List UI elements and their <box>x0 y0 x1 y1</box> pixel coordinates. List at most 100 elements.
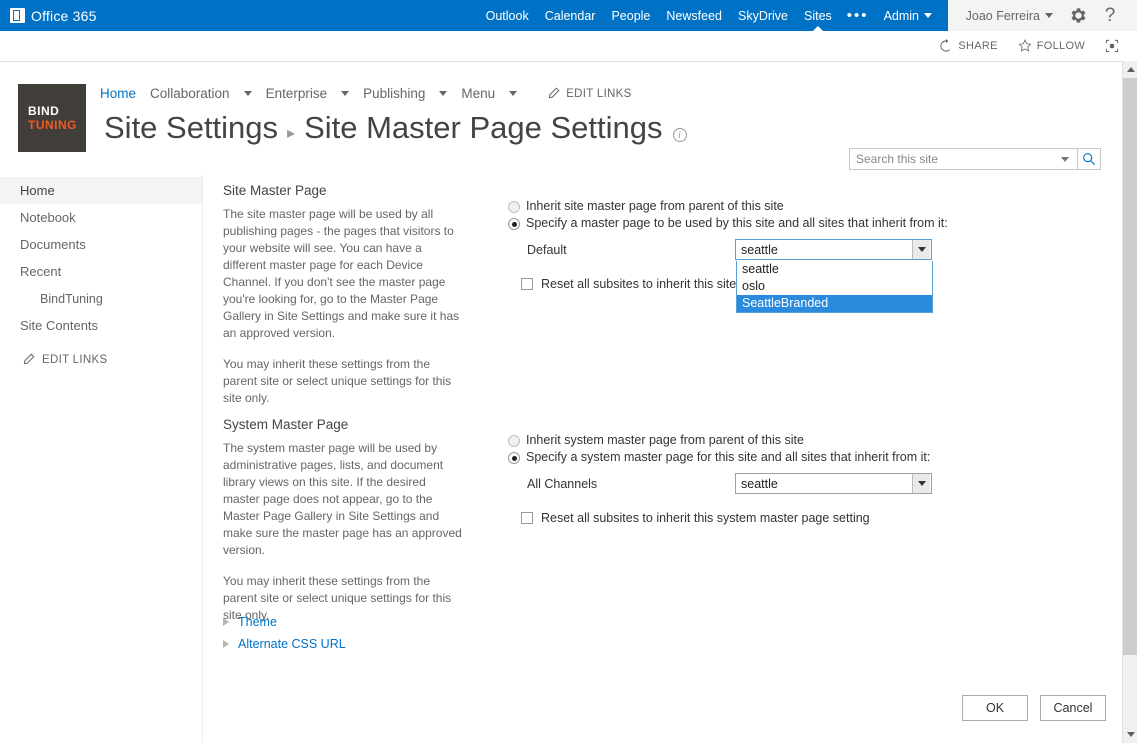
page-scrollbar[interactable] <box>1122 61 1137 743</box>
select-option-seattlebranded[interactable]: SeattleBranded <box>737 295 932 312</box>
system-master-inherit-radio-row[interactable]: Inherit system master page from parent o… <box>508 433 1028 447</box>
breadcrumb-separator-icon: ▸ <box>287 125 296 142</box>
sidebar-item-bindtuning[interactable]: BindTuning <box>0 285 202 312</box>
suite-nav-people[interactable]: People <box>603 0 658 31</box>
system-master-specify-label: Specify a system master page for this si… <box>526 450 931 464</box>
topnav-item-collaboration[interactable]: Collaboration <box>150 86 252 101</box>
pencil-icon <box>23 353 35 365</box>
quick-launch-nav: Home Notebook Documents Recent BindTunin… <box>0 175 203 743</box>
breadcrumb-parent-link[interactable]: Site Settings <box>104 108 278 148</box>
suite-nav-skydrive[interactable]: SkyDrive <box>730 0 796 31</box>
follow-button[interactable]: FOLLOW <box>1010 39 1093 53</box>
help-button[interactable]: ? <box>1095 0 1125 31</box>
scroll-down-button[interactable] <box>1123 726 1137 743</box>
scroll-up-button[interactable] <box>1123 61 1137 78</box>
search-icon <box>1083 153 1096 166</box>
topnav-item-home[interactable]: Home <box>100 86 136 101</box>
select-option-seattle[interactable]: seattle <box>737 261 932 278</box>
chevron-down-icon[interactable] <box>509 91 518 96</box>
topnav-item-publishing[interactable]: Publishing <box>363 86 448 101</box>
page-title: Site Master Page Settings <box>304 110 663 145</box>
theme-label: Theme <box>238 615 277 629</box>
suite-bar-right-region: Joao Ferreira ? <box>948 0 1137 31</box>
sidebar-item-documents[interactable]: Documents <box>0 231 202 258</box>
suite-nav-calendar[interactable]: Calendar <box>537 0 604 31</box>
system-master-page-desc-1: The system master page will be used by a… <box>223 441 462 557</box>
system-master-page-controls: Inherit system master page from parent o… <box>508 433 1028 525</box>
chevron-down-icon[interactable] <box>912 474 930 493</box>
system-master-page-select[interactable]: seattle <box>735 473 932 494</box>
focus-on-content-button[interactable] <box>1097 39 1127 53</box>
system-master-reset-checkbox-row[interactable]: Reset all subsites to inherit this syste… <box>521 511 1028 525</box>
site-logo[interactable]: BIND TUNING <box>18 84 86 152</box>
sidebar-item-home[interactable]: Home <box>0 177 202 204</box>
site-master-page-title: Site Master Page <box>223 183 327 198</box>
sidebar-item-label: Recent <box>20 264 62 279</box>
system-master-specify-radio-row[interactable]: Specify a system master page for this si… <box>508 450 1028 464</box>
sidebar-edit-links-button[interactable]: EDIT LINKS <box>0 353 202 366</box>
suite-nav-admin[interactable]: Admin <box>876 0 940 31</box>
main-content: Site Master Page The site master page wi… <box>204 175 1122 743</box>
system-master-reset-checkbox[interactable] <box>521 512 533 524</box>
help-icon: ? <box>1104 5 1116 26</box>
site-master-page-desc-1: The site master page will be used by all… <box>223 207 460 340</box>
topnav-item-enterprise[interactable]: Enterprise <box>266 86 350 101</box>
user-menu[interactable]: Joao Ferreira <box>958 9 1061 23</box>
alternate-css-url-expander[interactable]: Alternate CSS URL <box>223 637 346 651</box>
search-box[interactable] <box>849 148 1101 170</box>
suite-nav-outlook[interactable]: Outlook <box>478 0 537 31</box>
site-header: BIND TUNING Home Collaboration Enterpris… <box>0 62 1122 175</box>
search-submit-button[interactable] <box>1078 152 1100 166</box>
site-master-inherit-radio-row[interactable]: Inherit site master page from parent of … <box>508 199 1028 213</box>
site-master-specify-radio-row[interactable]: Specify a master page to be used by this… <box>508 216 1028 230</box>
system-master-inherit-radio[interactable] <box>508 435 520 447</box>
site-logo-line2: TUNING <box>28 118 77 132</box>
theme-expander[interactable]: Theme <box>223 615 346 629</box>
select-option-oslo[interactable]: oslo <box>737 278 932 295</box>
info-icon[interactable]: i <box>672 128 687 142</box>
suite-nav-newsfeed[interactable]: Newsfeed <box>658 0 730 31</box>
star-icon <box>1018 39 1032 52</box>
share-label: SHARE <box>958 40 998 52</box>
system-master-inherit-label: Inherit system master page from parent o… <box>526 433 804 447</box>
topnav-label: Collaboration <box>150 86 230 101</box>
topnav-item-menu[interactable]: Menu <box>461 86 518 101</box>
office365-logo-icon <box>10 8 25 23</box>
site-master-inherit-radio[interactable] <box>508 201 520 213</box>
system-master-specify-radio[interactable] <box>508 452 520 464</box>
topnav-label: Menu <box>461 86 496 101</box>
site-master-page-section: Site Master Page The site master page wi… <box>223 183 483 421</box>
cancel-button[interactable]: Cancel <box>1040 695 1106 721</box>
sidebar-item-notebook[interactable]: Notebook <box>0 204 202 231</box>
sidebar-item-label: Documents <box>20 237 86 252</box>
scrollbar-thumb[interactable] <box>1123 78 1137 655</box>
suite-nav-overflow-icon[interactable]: ••• <box>840 0 876 31</box>
office365-brand[interactable]: Office 365 <box>10 8 97 24</box>
search-input[interactable] <box>850 152 1061 166</box>
topnav-edit-links-button[interactable]: EDIT LINKS <box>547 87 631 100</box>
ok-button[interactable]: OK <box>962 695 1028 721</box>
sidebar-item-recent[interactable]: Recent <box>0 258 202 285</box>
site-master-page-select-options: seattle oslo SeattleBranded <box>736 261 933 313</box>
sidebar-item-label: Notebook <box>20 210 76 225</box>
sidebar-item-label: BindTuning <box>40 291 103 306</box>
chevron-down-icon <box>1045 13 1053 18</box>
sidebar-item-site-contents[interactable]: Site Contents <box>0 312 202 339</box>
settings-gear-button[interactable] <box>1063 0 1093 31</box>
share-button[interactable]: SHARE <box>931 39 1005 53</box>
system-master-page-title: System Master Page <box>223 417 349 432</box>
chevron-down-icon[interactable] <box>912 240 930 259</box>
search-scope-chevron-down-icon[interactable] <box>1061 156 1069 162</box>
chevron-down-icon[interactable] <box>341 91 350 96</box>
system-master-page-description: The system master page will be used by a… <box>223 440 463 624</box>
site-master-page-select[interactable]: seattle seattle oslo SeattleBranded <box>735 239 933 313</box>
site-master-reset-checkbox[interactable] <box>521 278 533 290</box>
site-master-specify-label: Specify a master page to be used by this… <box>526 216 948 230</box>
expandable-sections: Theme Alternate CSS URL <box>223 615 346 659</box>
site-master-specify-radio[interactable] <box>508 218 520 230</box>
suite-nav-sites[interactable]: Sites <box>796 0 840 31</box>
chevron-right-icon <box>223 640 229 648</box>
chevron-down-icon[interactable] <box>439 91 448 96</box>
chevron-down-icon[interactable] <box>243 91 252 96</box>
site-master-inherit-label: Inherit site master page from parent of … <box>526 199 784 213</box>
